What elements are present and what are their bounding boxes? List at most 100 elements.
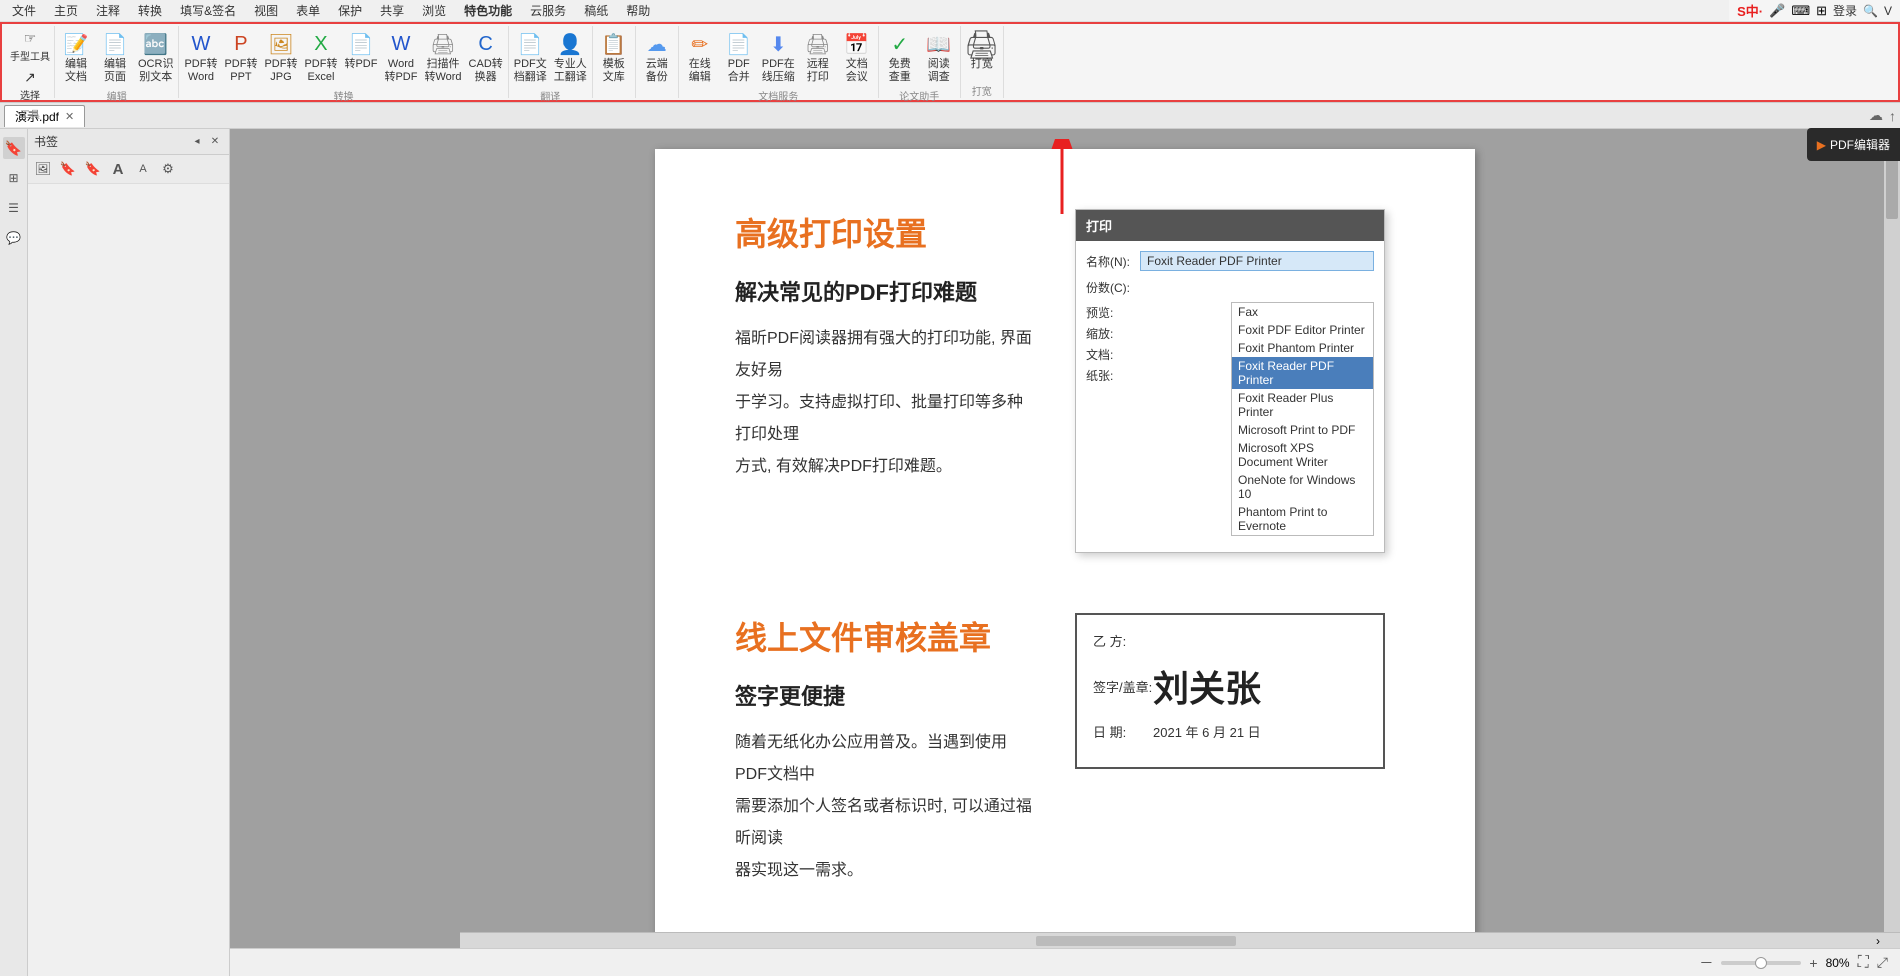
printer-ms-pdf[interactable]: Microsoft Print to PDF	[1232, 421, 1373, 439]
ocr-icon: 🔤	[142, 30, 170, 58]
printer-foxit-phantom[interactable]: Foxit Phantom Printer	[1232, 339, 1373, 357]
hand-tool-btn[interactable]: ☞ 手型工具	[8, 28, 52, 65]
sidebar-tool-font-up[interactable]: A	[107, 158, 129, 180]
sidebar-expand-btn[interactable]: ◂	[189, 134, 205, 150]
doc-meeting-btn[interactable]: 📅 文档会议	[838, 28, 876, 86]
menu-share[interactable]: 共享	[372, 0, 412, 21]
printer-foxit-editor[interactable]: Foxit PDF Editor Printer	[1232, 321, 1373, 339]
sidebar: 🔖 ⊞ ☰ 💬 书签 ◂ ✕ 🖼 🔖 🔖 A	[0, 129, 230, 976]
menu-help[interactable]: 帮助	[618, 0, 658, 21]
cloud-sync-icon[interactable]: ☁	[1869, 107, 1883, 124]
edit-doc-icon: 📝	[62, 30, 90, 58]
ocr-btn[interactable]: 🔤 OCR识别文本	[135, 28, 176, 86]
layers-nav-icon[interactable]: ☰	[3, 197, 25, 219]
edit-doc-btn[interactable]: 📝 编辑文档	[57, 28, 95, 86]
online-edit-btn[interactable]: ✏ 在线编辑	[681, 28, 719, 86]
template-btn[interactable]: 📋 模板文库	[595, 28, 633, 86]
menu-fill-sign[interactable]: 填写&签名	[172, 0, 244, 21]
sidebar-tool-settings[interactable]: ⚙	[157, 158, 179, 180]
menu-view[interactable]: 视图	[246, 0, 286, 21]
pdf-to-jpg-btn[interactable]: 🖼 PDF转JPG	[261, 28, 300, 86]
pdf-translate-btn[interactable]: 📄 PDF文档翻译	[511, 28, 550, 86]
printer-evernote[interactable]: Phantom Print to Evernote	[1232, 503, 1373, 535]
sidebar-close-btn[interactable]: ✕	[207, 134, 223, 150]
select-tool-btn[interactable]: ↗ 选择	[8, 67, 52, 104]
pro-translate-btn[interactable]: 👤 专业人工翻译	[551, 28, 590, 86]
cad-btn[interactable]: C CAD转换器	[466, 28, 506, 86]
menu-special[interactable]: 特色功能	[456, 0, 520, 21]
pdf-to-ppt-label: PDF转PPT	[224, 58, 257, 84]
scan-word-btn[interactable]: 🖨 扫描件转Word	[421, 28, 464, 86]
printer-foxit-reader[interactable]: Foxit Reader PDF Printer	[1232, 357, 1373, 389]
printer-onenote[interactable]: OneNote for Windows 10	[1232, 471, 1373, 503]
pdf-page: 高级打印设置 解决常见的PDF打印难题 福昕PDF阅读器拥有强大的打印功能, 界…	[655, 149, 1475, 949]
menu-browse[interactable]: 浏览	[414, 0, 454, 21]
printer-foxit-reader-plus[interactable]: Foxit Reader Plus Printer	[1232, 389, 1373, 421]
bookmark-nav-icon[interactable]: 🔖	[3, 137, 25, 159]
search-icon[interactable]: 🔍	[1863, 4, 1878, 18]
menu-draft[interactable]: 稿纸	[576, 0, 616, 21]
menu-convert[interactable]: 转换	[130, 0, 170, 21]
annotation-nav-icon[interactable]: 💬	[3, 227, 25, 249]
read-check-icon: 📖	[925, 30, 953, 58]
keyboard-icon[interactable]: ⌨	[1791, 3, 1810, 19]
thumbnail-nav-icon[interactable]: ⊞	[3, 167, 25, 189]
pdf-translate-label: PDF文档翻译	[514, 58, 547, 84]
sidebar-tool-add[interactable]: 🔖	[57, 158, 79, 180]
print-main-btn[interactable]: 🖨 打宽	[963, 28, 1001, 73]
printer-ms-xps[interactable]: Microsoft XPS Document Writer	[1232, 439, 1373, 471]
grid-icon[interactable]: ⊞	[1816, 3, 1827, 19]
edit-page-btn[interactable]: 📄 编辑页面	[96, 28, 134, 86]
tools-label: 工具	[8, 104, 52, 121]
zoom-percent: 80%	[1826, 956, 1850, 970]
pdf-editor-text: PDF编辑器	[1830, 136, 1890, 153]
tab-bar: 演示.pdf ✕ ☁ ↑	[0, 103, 1900, 129]
sidebar-tool-thumbnail[interactable]: 🖼	[32, 158, 54, 180]
vertical-scrollbar[interactable]	[1884, 129, 1900, 976]
free-check-btn[interactable]: ✓ 免费查重	[881, 28, 919, 86]
signin-btn[interactable]: 登录	[1833, 2, 1857, 19]
menu-protect[interactable]: 保护	[330, 0, 370, 21]
fullscreen-btn[interactable]: ⛶	[1858, 954, 1869, 972]
menu-home[interactable]: 主页	[46, 0, 86, 21]
pdf-to-excel-btn[interactable]: X PDF转Excel	[301, 28, 340, 86]
online-edit-icon: ✏	[686, 30, 714, 58]
mic-icon[interactable]: 🎤	[1769, 3, 1785, 19]
pdf-compress-btn[interactable]: ⬇ PDF在线压缩	[759, 28, 798, 86]
tab-close-btn[interactable]: ✕	[65, 110, 74, 123]
word-to-pdf-btn[interactable]: W Word转PDF	[381, 28, 420, 86]
window-size-btn[interactable]: V	[1884, 4, 1892, 18]
fit-page-btn[interactable]: ⤢	[1877, 954, 1888, 971]
pdf-to-ppt-btn[interactable]: P PDF转PPT	[221, 28, 260, 86]
section2-subtitle: 签字更便捷	[735, 679, 1035, 711]
hscroll-right-arrow[interactable]: ›	[1876, 934, 1880, 948]
zoom-slider-track[interactable]	[1721, 961, 1801, 965]
sidebar-tool-add2[interactable]: 🔖	[82, 158, 104, 180]
print-name-value[interactable]: Foxit Reader PDF Printer	[1140, 251, 1374, 271]
remote-print-btn[interactable]: 🖨 远程打印	[799, 28, 837, 86]
horizontal-scrollbar[interactable]: ›	[460, 932, 1900, 948]
menu-annotation[interactable]: 注释	[88, 0, 128, 21]
menu-form[interactable]: 表单	[288, 0, 328, 21]
pdf-to-ppt-icon: P	[227, 30, 255, 58]
menu-file[interactable]: 文件	[4, 0, 44, 21]
printer-fax[interactable]: Fax	[1232, 303, 1373, 321]
to-pdf-btn[interactable]: 📄 转PDF	[341, 28, 380, 73]
pdf-editor-label[interactable]: ▶ PDF编辑器	[1807, 128, 1900, 161]
zoom-slider-thumb[interactable]	[1755, 957, 1767, 969]
pdf-to-excel-label: PDF转Excel	[304, 58, 337, 84]
read-check-btn[interactable]: 📖 阅读调查	[920, 28, 958, 86]
sidebar-tool-font-down[interactable]: A	[132, 158, 154, 180]
cloud-backup-icon: ☁	[643, 30, 671, 58]
print-dialog-header: 打印	[1076, 210, 1384, 241]
pdf-to-word-btn[interactable]: W PDF转Word	[181, 28, 220, 86]
printer-list[interactable]: Fax Foxit PDF Editor Printer Foxit Phant…	[1231, 302, 1374, 536]
zoom-in-btn[interactable]: +	[1809, 955, 1817, 971]
menu-cloud[interactable]: 云服务	[522, 0, 574, 21]
zoom-out-btn[interactable]: －	[1699, 953, 1713, 973]
pdf-merge-btn[interactable]: 📄 PDF合并	[720, 28, 758, 86]
cloud-backup-btn[interactable]: ☁ 云端备份	[638, 28, 676, 86]
sig-date-row: 日 期: 2021 年 6 月 21 日	[1093, 722, 1367, 741]
hscrollbar-thumb[interactable]	[1036, 936, 1236, 946]
translate-label: 翻译	[511, 86, 590, 103]
